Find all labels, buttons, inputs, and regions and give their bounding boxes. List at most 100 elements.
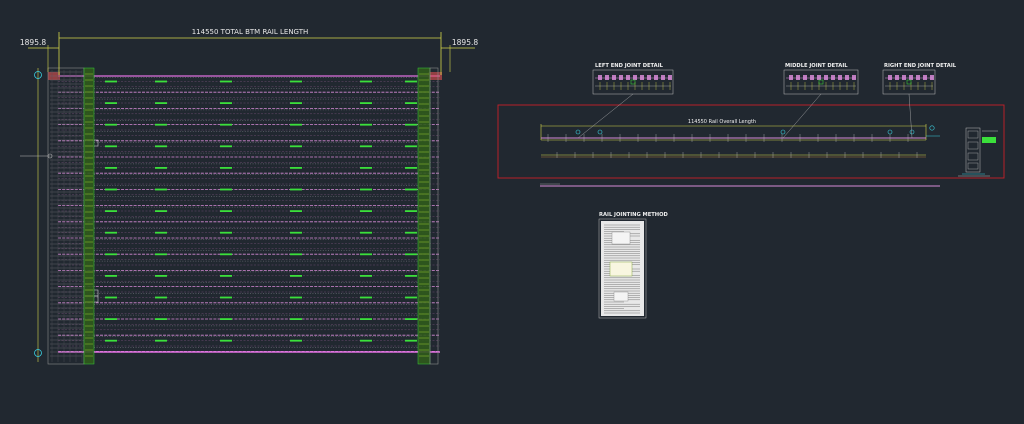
right-end-joint-title: RIGHT END JOINT DETAIL [884, 63, 957, 69]
bolt-mark [220, 123, 232, 126]
method-figure-2 [609, 261, 633, 277]
left-end-joint-detail [595, 75, 672, 90]
end-callout [929, 125, 935, 131]
bolt-mark [290, 102, 302, 104]
joint-bolt [630, 79, 636, 85]
bolt-mark [220, 145, 232, 148]
joint-plate [612, 75, 616, 80]
bolt-mark [405, 80, 417, 83]
middle-joint-detail [786, 75, 856, 90]
joint-callout [887, 129, 893, 135]
rail-jointing-method[interactable]: RAIL JOINTING METHOD [598, 212, 669, 319]
grid-line-markers [20, 68, 53, 362]
joint-plate [838, 75, 842, 80]
bolt-mark [155, 231, 167, 234]
total-length-label: 114550 TOTAL BTM RAIL LENGTH [192, 28, 309, 36]
bolt-mark [105, 339, 117, 342]
bolt-mark [405, 123, 417, 126]
left-green-column [83, 67, 95, 365]
joint-details-section[interactable]: LEFT END JOINT DETAIL MIDDLE JOINT DETAI… [497, 63, 1005, 187]
joint-plate [852, 75, 856, 80]
bolt-mark [220, 231, 232, 234]
joint-plate [909, 75, 913, 80]
joint-plate [796, 75, 800, 80]
joint-bolt [906, 79, 912, 85]
rail-rows [48, 72, 442, 353]
bolt-mark [290, 210, 302, 212]
bolt-mark [155, 275, 167, 277]
bolt-mark [360, 80, 372, 83]
bolt-mark [155, 80, 167, 83]
joint-plate [888, 75, 892, 80]
joint-plate [626, 75, 630, 80]
bolt-mark [105, 167, 117, 169]
bolt-mark [405, 318, 417, 320]
joint-callout [575, 129, 581, 135]
joint-plate [598, 75, 602, 80]
bolt-mark [155, 339, 167, 342]
bolt-mark [105, 210, 117, 212]
bolt-mark [360, 318, 372, 320]
bolt-mark [405, 167, 417, 169]
bolt-mark [360, 339, 372, 342]
left-end-joint-box[interactable] [592, 69, 674, 95]
joint-bolt [818, 79, 824, 85]
joint-plate [633, 75, 637, 80]
joint-plate [789, 75, 793, 80]
bolt-mark [360, 167, 372, 169]
bolt-mark [290, 275, 302, 277]
joint-plate [845, 75, 849, 80]
bolt-mark [220, 275, 232, 277]
right-offset-dimension: 1895.8 [441, 38, 478, 72]
bolt-mark [290, 123, 302, 126]
bolt-mark [360, 253, 372, 256]
bolt-mark [360, 123, 372, 126]
cad-drawing-canvas[interactable]: 114550 TOTAL BTM RAIL LENGTH 1895.8 1895… [0, 0, 1024, 420]
joint-plate [661, 75, 665, 80]
joint-plate [605, 75, 609, 80]
legend-green-swatch [982, 137, 996, 143]
bolt-mark [220, 296, 232, 299]
bolt-mark [290, 318, 302, 320]
bolt-mark [155, 102, 167, 104]
bolt-mark [155, 123, 167, 126]
bolt-mark [405, 102, 417, 104]
bolt-mark [155, 318, 167, 320]
joint-plate [654, 75, 658, 80]
method-figure-3 [613, 291, 629, 302]
bolt-mark [220, 210, 232, 212]
bolt-mark [105, 318, 117, 320]
bolt-mark [290, 253, 302, 256]
joint-plate [831, 75, 835, 80]
rail-elevation [541, 125, 940, 158]
bolt-mark [290, 145, 302, 148]
middle-joint-title: MIDDLE JOINT DETAIL [785, 63, 848, 69]
rail-plan-view[interactable]: 114550 TOTAL BTM RAIL LENGTH 1895.8 1895… [20, 28, 478, 365]
rail-jointing-method-title: RAIL JOINTING METHOD [599, 212, 669, 218]
right-end-joint-box[interactable] [882, 69, 936, 95]
bolt-mark [405, 231, 417, 234]
joint-plate [902, 75, 906, 80]
joint-plate [619, 75, 623, 80]
bolt-mark [220, 253, 232, 256]
bolt-mark [105, 123, 117, 126]
bolt-mark [220, 339, 232, 342]
bolt-mark [105, 231, 117, 234]
bolt-mark [155, 145, 167, 148]
right-offset-label: 1895.8 [452, 38, 478, 47]
joint-plate [810, 75, 814, 80]
joint-plate [647, 75, 651, 80]
bolt-mark [405, 145, 417, 148]
bolt-mark [290, 188, 302, 191]
bolt-mark [220, 167, 232, 169]
bolt-mark [105, 80, 117, 83]
bolt-mark [360, 188, 372, 191]
bolt-mark [105, 253, 117, 256]
bolt-mark [290, 296, 302, 299]
bolt-mark [220, 80, 232, 83]
bolt-mark [290, 167, 302, 169]
legend-block[interactable] [958, 127, 998, 177]
joint-callout [909, 129, 915, 135]
joint-callout [597, 129, 603, 135]
joint-plate [668, 75, 672, 80]
